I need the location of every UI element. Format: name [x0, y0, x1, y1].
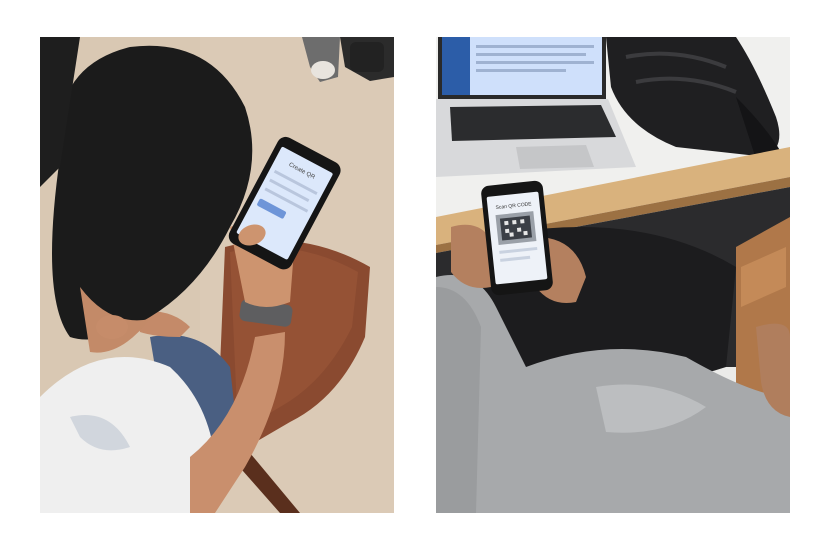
photo-right-scene: Scan QR CODE	[436, 37, 790, 513]
laptop	[436, 37, 636, 177]
photo-student-scanning-qr: Scan QR CODE	[436, 37, 790, 513]
trackpad	[516, 145, 594, 169]
photo-left-scene: Create QR	[40, 37, 394, 513]
keyboard	[450, 105, 616, 141]
photo-student-creating-qr: Create QR	[40, 37, 394, 513]
phone-right: Scan QR CODE	[481, 180, 553, 296]
ear	[96, 315, 128, 339]
